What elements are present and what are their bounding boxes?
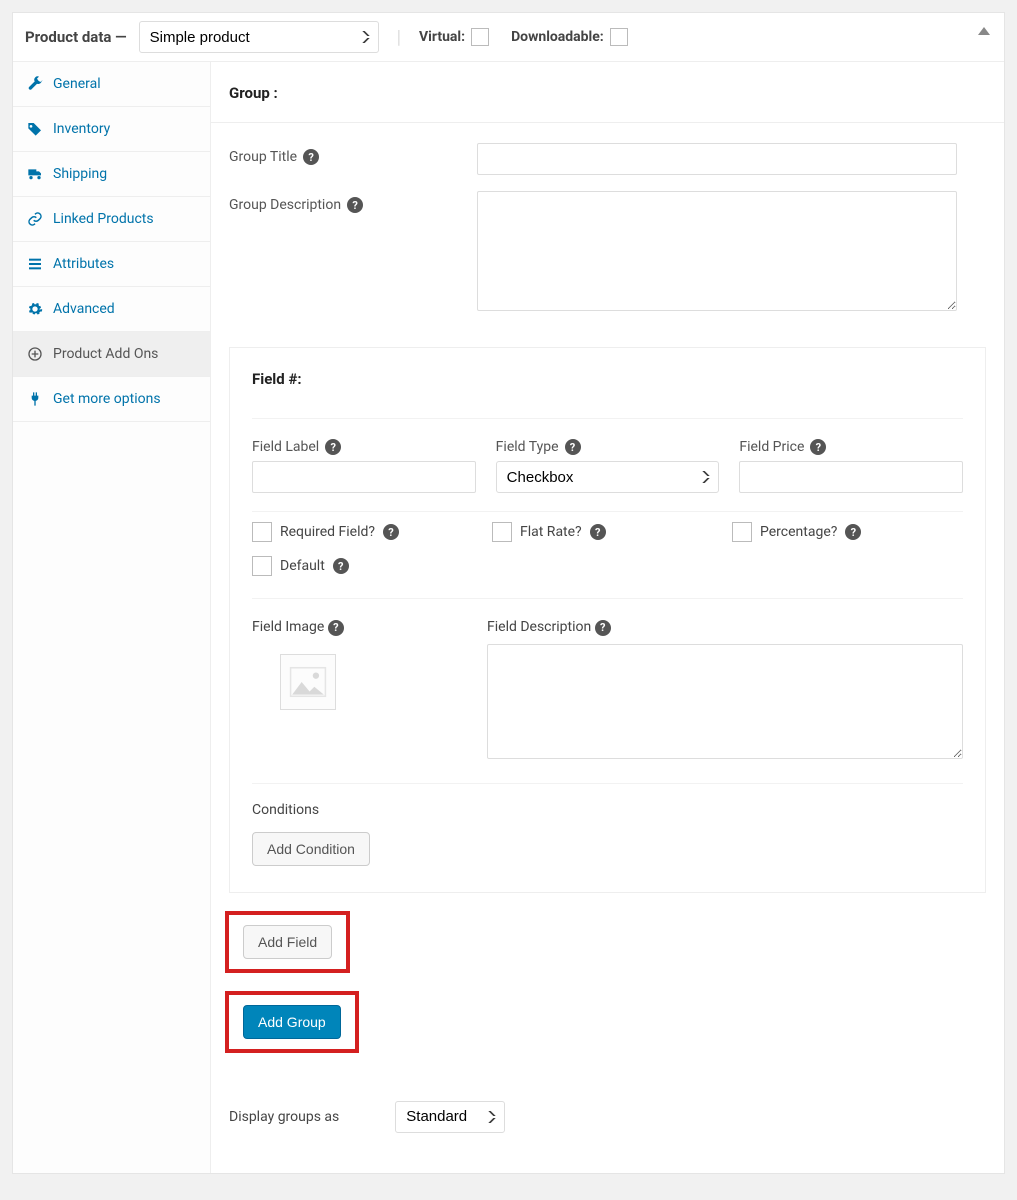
- field-price-label: Field Price: [739, 439, 804, 455]
- field-heading: Field #:: [252, 370, 963, 388]
- sidebar-item-get-more-options[interactable]: Get more options: [13, 377, 210, 422]
- product-type-select-wrap: Simple product: [139, 21, 379, 53]
- group-description-label: Group Description: [229, 197, 341, 213]
- sidebar-item-shipping[interactable]: Shipping: [13, 152, 210, 197]
- help-icon[interactable]: ?: [845, 524, 861, 540]
- group-title-label: Group Title: [229, 149, 297, 165]
- panel-body: General Inventory Shipping Linked Produc…: [13, 62, 1004, 1173]
- sidebar-item-label: Attributes: [53, 256, 114, 272]
- add-condition-button[interactable]: Add Condition: [252, 832, 370, 866]
- sidebar-item-product-add-ons[interactable]: Product Add Ons: [13, 332, 210, 377]
- required-field-checkbox[interactable]: [252, 522, 272, 542]
- sidebar-item-label: Product Add Ons: [53, 346, 158, 362]
- help-icon[interactable]: ?: [810, 439, 826, 455]
- downloadable-checkbox[interactable]: [610, 28, 628, 46]
- plug-icon: [27, 391, 43, 407]
- group-heading: Group :: [211, 62, 1004, 123]
- sidebar-item-label: Linked Products: [53, 211, 154, 227]
- sidebar-item-advanced[interactable]: Advanced: [13, 287, 210, 332]
- sidebar-item-label: Inventory: [53, 121, 110, 137]
- sidebar-item-inventory[interactable]: Inventory: [13, 107, 210, 152]
- sidebar-item-label: Advanced: [53, 301, 115, 317]
- content-area: Group : Group Title ? Group Description …: [211, 62, 1004, 1173]
- help-icon[interactable]: ?: [383, 524, 399, 540]
- virtual-checkbox[interactable]: [471, 28, 489, 46]
- help-icon[interactable]: ?: [590, 524, 606, 540]
- truck-icon: [27, 166, 43, 182]
- help-icon[interactable]: ?: [565, 439, 581, 455]
- virtual-label: Virtual:: [419, 29, 465, 45]
- add-field-button[interactable]: Add Field: [243, 925, 332, 959]
- field-type-label: Field Type: [496, 439, 559, 455]
- help-icon[interactable]: ?: [325, 439, 341, 455]
- sidebar-item-label: Shipping: [53, 166, 107, 182]
- default-checkbox[interactable]: [252, 556, 272, 576]
- product-type-select[interactable]: Simple product: [139, 21, 379, 53]
- field-type-select[interactable]: Checkbox: [496, 461, 720, 493]
- highlight-frame: Add Group: [225, 991, 359, 1053]
- display-groups-row: Display groups as Standard: [211, 1071, 1004, 1173]
- default-label: Default: [280, 558, 325, 574]
- percentage-checkbox[interactable]: [732, 522, 752, 542]
- field-box: Field #: Field Label ? Field Type: [229, 347, 986, 893]
- gear-icon: [27, 301, 43, 317]
- wrench-icon: [27, 76, 43, 92]
- sidebar-item-linked-products[interactable]: Linked Products: [13, 197, 210, 242]
- product-data-panel: Product data — Simple product | Virtual:…: [12, 12, 1005, 1174]
- panel-header: Product data — Simple product | Virtual:…: [13, 13, 1004, 62]
- add-field-row: Add Field: [211, 893, 1004, 991]
- downloadable-label: Downloadable:: [511, 29, 604, 45]
- image-placeholder-icon: [289, 666, 327, 698]
- required-field-label: Required Field?: [280, 524, 375, 540]
- list-icon: [27, 256, 43, 272]
- add-group-row: Add Group: [211, 991, 1004, 1071]
- help-icon[interactable]: ?: [595, 620, 611, 636]
- field-description-label: Field Description: [487, 619, 591, 635]
- conditions-label: Conditions: [252, 802, 963, 818]
- panel-title: Product data —: [25, 28, 127, 46]
- sidebar-item-general[interactable]: General: [13, 62, 210, 107]
- field-price-input[interactable]: [739, 461, 963, 493]
- help-icon[interactable]: ?: [333, 558, 349, 574]
- sidebar: General Inventory Shipping Linked Produc…: [13, 62, 211, 1173]
- group-form: Group Title ? Group Description ?: [211, 123, 1004, 347]
- display-groups-label: Display groups as: [229, 1109, 339, 1125]
- help-icon[interactable]: ?: [347, 197, 363, 213]
- sidebar-item-label: Get more options: [53, 391, 161, 407]
- highlight-frame: Add Field: [225, 911, 350, 973]
- help-icon[interactable]: ?: [303, 149, 319, 165]
- field-label-input[interactable]: [252, 461, 476, 493]
- percentage-label: Percentage?: [760, 524, 837, 540]
- field-image-label: Field Image: [252, 619, 324, 635]
- sidebar-item-label: General: [53, 76, 101, 92]
- field-image-upload[interactable]: [280, 654, 336, 710]
- tag-icon: [27, 121, 43, 137]
- field-label-label: Field Label: [252, 439, 319, 455]
- collapse-toggle-icon[interactable]: [978, 27, 990, 35]
- plus-circle-icon: [27, 346, 43, 362]
- flat-rate-label: Flat Rate?: [520, 524, 582, 540]
- add-group-button[interactable]: Add Group: [243, 1005, 341, 1039]
- flat-rate-checkbox[interactable]: [492, 522, 512, 542]
- header-separator: |: [397, 27, 401, 48]
- help-icon[interactable]: ?: [328, 620, 344, 636]
- group-title-input[interactable]: [477, 143, 957, 175]
- field-description-textarea[interactable]: [487, 644, 963, 759]
- link-icon: [27, 211, 43, 227]
- group-description-textarea[interactable]: [477, 191, 957, 311]
- display-groups-select[interactable]: Standard: [395, 1101, 505, 1133]
- sidebar-item-attributes[interactable]: Attributes: [13, 242, 210, 287]
